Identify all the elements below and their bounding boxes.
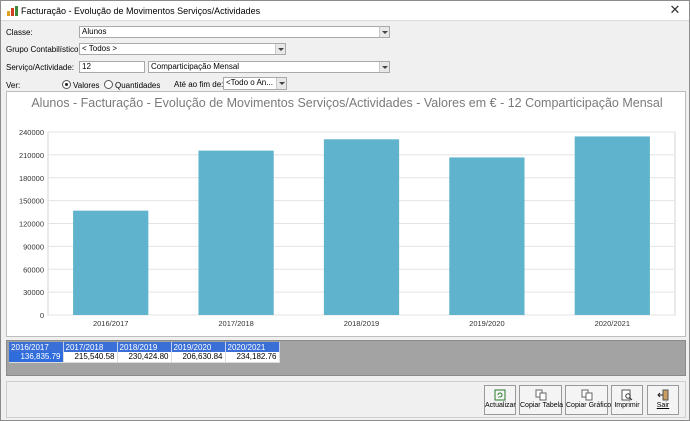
ate-value: <Todo o An... — [226, 78, 273, 87]
data-grid: 2016/2017 2017/2018 2018/2019 2019/2020 2020… — [9, 342, 280, 363]
grid-header-cell[interactable]: 2020/2021 — [225, 342, 280, 352]
ate-select[interactable]: <Todo o An... — [223, 77, 287, 90]
servico-select[interactable]: Comparticipação Mensal — [148, 61, 390, 73]
x-tick-label: 2018/2019 — [344, 319, 379, 328]
grupo-value: < Todos > — [82, 44, 117, 53]
radio-quantidades-label: Quantidades — [115, 81, 161, 90]
ver-label: Ver: — [6, 81, 21, 90]
grid-value-cell[interactable]: 136,835.79 — [9, 352, 64, 363]
servico-code-input[interactable]: 12 — [79, 61, 145, 73]
x-tick-label: 2019/2020 — [469, 319, 504, 328]
radio-valores-label: Valores — [73, 81, 100, 90]
copiar-tabela-button[interactable]: Copiar Tabela — [519, 385, 564, 415]
grupo-label: Grupo Contabilístico: — [6, 45, 81, 54]
report-window: Facturação - Evolução de Movimentos Serv… — [0, 0, 690, 421]
actualizar-label: Actualizar — [485, 402, 516, 409]
y-tick-label: 120000 — [19, 220, 44, 229]
grid-value-cell[interactable]: 215,540.58 — [63, 352, 118, 363]
imprimir-button[interactable]: Imprimir — [611, 385, 643, 415]
grid-value-cell[interactable]: 234,182.76 — [225, 352, 280, 363]
ate-label: Até ao fim de: — [174, 80, 224, 89]
actualizar-button[interactable]: Actualizar — [484, 385, 516, 415]
x-tick-label: 2017/2018 — [218, 319, 253, 328]
y-tick-label: 60000 — [23, 265, 44, 274]
grid-header-cell[interactable]: 2017/2018 — [63, 342, 118, 352]
bar-chart: 0 30000 60000 90000 120000 150000 180000 210000… — [19, 128, 676, 328]
copiar-tabela-label: Copiar Tabela — [520, 402, 564, 409]
exit-door-icon — [657, 389, 669, 401]
radio-quantidades[interactable] — [104, 80, 113, 89]
classe-select[interactable]: Alunos — [79, 26, 390, 38]
y-tick-label: 30000 — [23, 288, 44, 297]
y-tick-label: 210000 — [19, 151, 44, 160]
grupo-select[interactable]: < Todos > — [79, 43, 286, 55]
copiar-grafico-button[interactable]: Copiar Gráfico — [565, 385, 612, 415]
grid-value-cell[interactable]: 206,630.84 — [171, 352, 226, 363]
x-tick-label: 2016/2017 — [93, 319, 128, 328]
bar-2017-2018 — [198, 150, 274, 315]
chevron-down-icon[interactable] — [275, 44, 285, 54]
sair-button[interactable]: Sair — [647, 385, 679, 415]
close-icon[interactable]: ✕ — [667, 2, 683, 18]
servico-code-value: 12 — [82, 62, 91, 71]
servico-label: Serviço/Actividade: — [6, 63, 75, 72]
copiar-grafico-label: Copiar Gráfico — [566, 402, 612, 409]
app-icon — [7, 6, 18, 16]
imprimir-label: Imprimir — [614, 402, 640, 409]
refresh-icon — [494, 389, 506, 401]
classe-value: Alunos — [82, 27, 107, 36]
y-tick-label: 0 — [40, 311, 44, 320]
bar-2019-2020 — [449, 157, 525, 315]
print-preview-icon — [621, 389, 633, 401]
grid-header-cell[interactable]: 2018/2019 — [117, 342, 172, 352]
grid-header-cell[interactable]: 2019/2020 — [171, 342, 226, 352]
title-bar: Facturação - Evolução de Movimentos Serv… — [1, 1, 689, 21]
grid-header-cell[interactable]: 2016/2017 — [9, 342, 64, 352]
classe-label: Classe: — [6, 28, 33, 37]
bar-2018-2019 — [323, 139, 400, 315]
chevron-down-icon[interactable] — [379, 62, 389, 72]
y-tick-label: 90000 — [23, 242, 44, 251]
y-tick-label: 180000 — [19, 174, 44, 183]
x-tick-label: 2020/2021 — [595, 319, 630, 328]
bar-2020-2021 — [574, 136, 650, 315]
button-bar: Actualizar Copiar Tabela Copiar Gráfico … — [6, 381, 686, 418]
chart-panel: Alunos - Facturação - Evolução de Movime… — [6, 91, 686, 337]
chevron-down-icon[interactable] — [379, 27, 389, 37]
y-tick-label: 240000 — [19, 128, 44, 137]
sair-label: Sair — [656, 402, 670, 409]
servico-value: Comparticipação Mensal — [151, 62, 240, 71]
chevron-down-icon[interactable] — [276, 78, 286, 89]
copy-icon — [535, 389, 546, 401]
bar-2016-2017 — [73, 210, 149, 315]
y-tick-label: 150000 — [19, 197, 44, 206]
grid-value-cell[interactable]: 230,424.80 — [117, 352, 172, 363]
data-grid-panel: 2016/2017 2017/2018 2018/2019 2019/2020 2020… — [6, 340, 686, 376]
copy-icon — [581, 389, 592, 401]
window-title: Facturação - Evolução de Movimentos Serv… — [21, 6, 261, 16]
radio-valores[interactable] — [62, 80, 71, 89]
